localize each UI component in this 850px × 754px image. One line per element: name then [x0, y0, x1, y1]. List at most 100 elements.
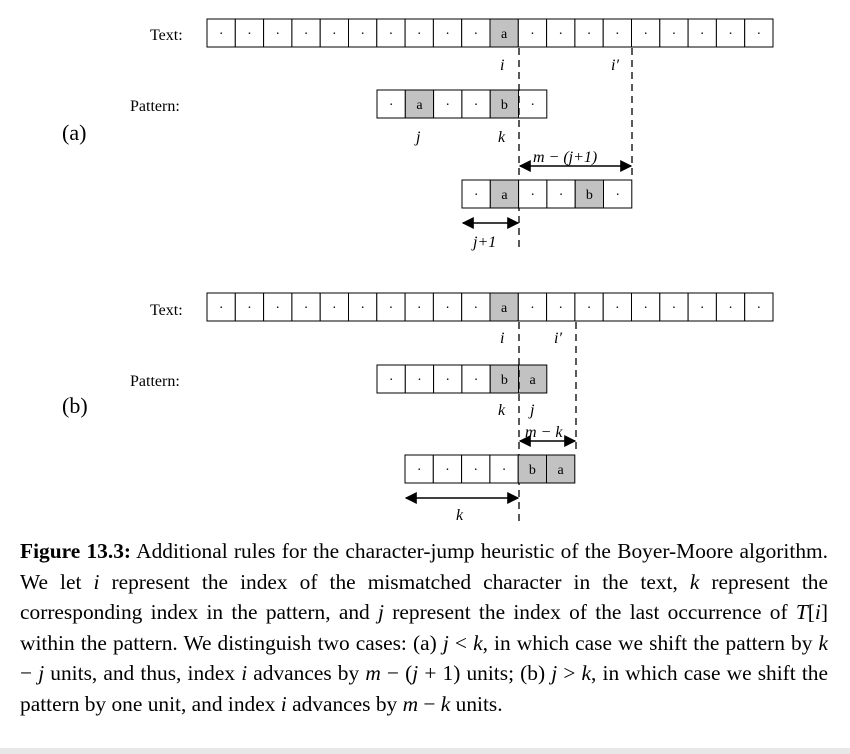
caption-text: advances by [286, 691, 403, 716]
cell-empty-dot: · [530, 301, 535, 316]
case-tag-b: (b) [62, 393, 88, 418]
caption-math: m [402, 691, 419, 716]
cell-char: a [501, 301, 508, 316]
cell-empty-dot: · [643, 27, 648, 42]
caption-math: k [689, 569, 700, 594]
mark-i-b: i [500, 330, 504, 347]
dimension-label-left-b: k [456, 507, 464, 524]
dimension-label-right-a: m − (j+1) [533, 149, 597, 166]
shifted-pattern-row-b: · · · · b a [404, 454, 576, 484]
cell-empty-dot: · [559, 188, 564, 203]
cell-char: b [586, 188, 593, 203]
cell-char: b [529, 463, 536, 478]
cell-empty-dot: · [304, 27, 309, 42]
text-label-b: Text: [150, 302, 183, 319]
cell-empty-dot: · [332, 301, 337, 316]
pattern-label-b: Pattern: [130, 373, 180, 390]
mark-i-prime-b: i′ [554, 330, 562, 347]
case-a: Text: · · · · · · · · · · a · · · · · · · · · i i′ Pattern:… [62, 18, 774, 251]
cell-empty-dot: · [615, 188, 620, 203]
caption-text: < [448, 630, 474, 655]
caption-text: advances by [247, 661, 366, 685]
caption-math: k [440, 691, 451, 716]
caption-text: represent the index of the mismatched ch… [99, 569, 690, 594]
cell-empty-dot: · [700, 301, 705, 316]
cell-empty-dot: · [615, 301, 620, 316]
cell-empty-dot: · [530, 98, 535, 113]
cell-empty-dot: · [558, 27, 563, 42]
cell-empty-dot: · [389, 301, 394, 316]
pattern-row-a: · a · · b · [376, 89, 548, 119]
cell-empty-dot: · [389, 98, 394, 113]
cell-empty-dot: · [672, 301, 677, 316]
pattern-label-a: Pattern: [130, 98, 180, 115]
cell-empty-dot: · [530, 188, 535, 203]
cell-empty-dot: · [474, 98, 479, 113]
text-label-a: Text: [150, 27, 183, 44]
cell-empty-dot: · [474, 373, 479, 388]
text-row-a: · · · · · · · · · · a · · · · · · · · · [206, 18, 774, 48]
cell-empty-dot: · [417, 373, 422, 388]
text-row-b: · · · · · · · · · · a · · · · · · · · · [206, 292, 774, 322]
cell-char: a [530, 373, 537, 388]
case-tag-a: (a) [62, 120, 86, 145]
mark-i-a: i [500, 57, 504, 74]
cell-empty-dot: · [247, 301, 252, 316]
cell-empty-dot: · [672, 27, 677, 42]
cell-empty-dot: · [304, 301, 309, 316]
cell-empty-dot: · [360, 27, 365, 42]
cell-empty-dot: · [417, 301, 422, 316]
shifted-pattern-row-a: · a · · b · [461, 179, 633, 209]
caption-text: − ( [380, 661, 413, 685]
caption-body: Additional rules for the character-jump … [20, 539, 828, 716]
cell-empty-dot: · [219, 301, 224, 316]
cell-empty-dot: · [445, 373, 450, 388]
caption-math: k [818, 630, 829, 655]
cell-empty-dot: · [757, 301, 762, 316]
cell-empty-dot: · [615, 27, 620, 42]
caption-text: [ [807, 600, 815, 624]
caption-text: units, and thus, index [44, 661, 242, 685]
cell-empty-dot: · [275, 27, 280, 42]
bottom-edge [0, 748, 850, 754]
cell-empty-dot: · [700, 27, 705, 42]
cell-empty-dot: · [445, 27, 450, 42]
mark-k-b: k [498, 402, 506, 419]
caption-math: k [473, 630, 483, 655]
cell-empty-dot: · [473, 463, 478, 478]
cell-empty-dot: · [757, 27, 762, 42]
cell-char: a [501, 188, 508, 203]
cell-empty-dot: · [474, 301, 479, 316]
cell-empty-dot: · [275, 301, 280, 316]
caption-text: − [20, 661, 39, 685]
cell-empty-dot: · [445, 98, 450, 113]
cell-empty-dot: · [219, 27, 224, 42]
caption-math: T [795, 600, 808, 624]
cell-empty-dot: · [417, 27, 422, 42]
caption-math: m [365, 661, 381, 685]
cell-empty-dot: · [360, 301, 365, 316]
cell-empty-dot: · [502, 463, 507, 478]
pattern-row-b: · · · · b a [376, 364, 548, 394]
cell-empty-dot: · [587, 27, 592, 42]
cell-char: a [558, 463, 565, 478]
cell-char: a [501, 27, 508, 42]
cell-empty-dot: · [445, 301, 450, 316]
mark-j-a: j [414, 129, 421, 146]
caption-label: Figure 13.3: [20, 539, 132, 563]
cell-empty-dot: · [417, 463, 422, 478]
dimension-label-left-a: j+1 [471, 234, 496, 251]
cell-empty-dot: · [558, 301, 563, 316]
caption-text: units. [450, 691, 503, 716]
cell-empty-dot: · [587, 301, 592, 316]
cell-char: a [416, 98, 423, 113]
caption-text: − [418, 691, 441, 716]
cell-empty-dot: · [643, 301, 648, 316]
caption-text: > [557, 661, 582, 685]
caption-text: , in which case we shift the pattern by [482, 630, 819, 655]
cell-char: b [501, 373, 508, 388]
cell-empty-dot: · [389, 27, 394, 42]
cell-empty-dot: · [474, 188, 479, 203]
cell-empty-dot: · [445, 463, 450, 478]
mark-j-b: j [528, 402, 535, 419]
